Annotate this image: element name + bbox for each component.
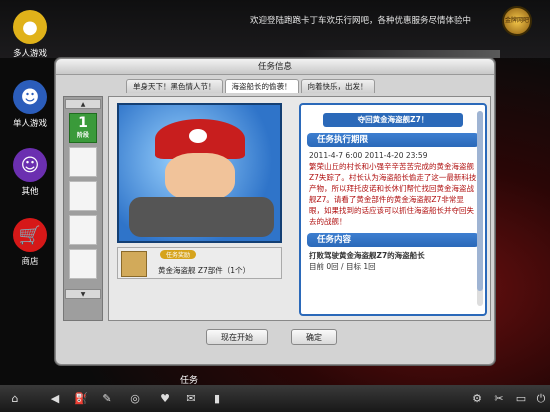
window-title: 任务信息 bbox=[56, 59, 494, 75]
task-progress: 目前 0回 / 目标 1回 bbox=[309, 262, 376, 271]
minimize-icon[interactable]: ▭ bbox=[514, 392, 528, 406]
description-scrollbar[interactable] bbox=[477, 111, 483, 306]
gold-badge-icon: 金牌网吧 bbox=[502, 6, 532, 36]
desktop-label: 其他 bbox=[21, 187, 39, 197]
task-objective: 打败驾驶黄金海盗舰Z7的海盗船长 bbox=[309, 251, 425, 260]
desktop-label: 商店 bbox=[21, 257, 39, 267]
task-header: 夺回黄金海盗舰Z7！ bbox=[323, 113, 463, 127]
content-title: 任务内容 bbox=[307, 233, 479, 247]
scroll-up-button[interactable]: ▲ bbox=[65, 99, 101, 109]
settings-icon[interactable]: ⚙ bbox=[470, 392, 484, 406]
tab-happy[interactable]: 向着快乐，出发！ bbox=[300, 79, 375, 93]
tab-bar: 单身天下！黑色情人节！ 海盗船长的偷袭！ 向着快乐，出发！ bbox=[126, 79, 375, 93]
desktop-label: 多人游戏 bbox=[12, 49, 47, 59]
reward-name: 黄金海盗舰 Z7部件（1个） bbox=[158, 266, 251, 275]
period-title: 任务执行期限 bbox=[307, 133, 479, 147]
task-story: 繁荣山丘的村长和小强辛辛苦苦完成的黄金海盗舰Z7失踪了。村长认为海盗船长偷走了这… bbox=[309, 162, 477, 226]
stage-slot[interactable] bbox=[69, 249, 97, 279]
back-icon[interactable]: ◀ bbox=[48, 392, 62, 406]
chat-icon[interactable]: ✉ bbox=[184, 392, 198, 406]
desktop-label: 单人游戏 bbox=[12, 119, 47, 129]
heart-icon[interactable]: ♥ bbox=[158, 392, 172, 406]
pirate-captain-image bbox=[117, 103, 282, 243]
desktop-multiplayer[interactable]: ● 多人游戏 bbox=[8, 10, 52, 59]
task-description-panel: 夺回黄金海盗舰Z7！ 任务执行期限 2011-4-7 6:00 2011-4-2… bbox=[299, 103, 487, 316]
battery-icon[interactable]: ▮ bbox=[210, 392, 224, 406]
reward-tag: 任务奖励 bbox=[160, 250, 197, 259]
bear-icon: ☻ bbox=[13, 80, 47, 114]
stage-slot[interactable] bbox=[69, 147, 97, 177]
task-info-window: 任务信息 单身天下！黑色情人节！ 海盗船长的偷袭！ 向着快乐，出发！ ▲ 1 阶… bbox=[55, 58, 495, 365]
shop-icon[interactable]: ⛽ bbox=[74, 392, 88, 406]
stage-slot[interactable] bbox=[69, 181, 97, 211]
desktop-other[interactable]: ☺ 其他 bbox=[8, 148, 52, 197]
top-banner: 欢迎登陆跑跑卡丁车欢乐行网吧，各种优惠服务尽情体验中 金牌网吧 bbox=[0, 0, 550, 58]
tools-icon[interactable]: ✎ bbox=[100, 392, 114, 406]
period-dates: 2011-4-7 6:00 2011-4-20 23:59 bbox=[309, 151, 428, 160]
desktop-single[interactable]: ☻ 单人游戏 bbox=[8, 80, 52, 129]
marquee-text: 欢迎登陆跑跑卡丁车欢乐行网吧，各种优惠服务尽情体验中 bbox=[250, 16, 472, 26]
tab-valentine[interactable]: 单身天下！黑色情人节！ bbox=[126, 79, 223, 93]
reward-box: 任务奖励 黄金海盗舰 Z7部件（1个） bbox=[117, 247, 282, 279]
stage-slot[interactable] bbox=[69, 215, 97, 245]
tools2-icon[interactable]: ✂ bbox=[492, 392, 506, 406]
stage-1[interactable]: 1 阶段 bbox=[69, 113, 97, 143]
exit-icon[interactable]: ⏻ bbox=[534, 392, 548, 406]
top-divider bbox=[300, 50, 500, 58]
tab-pirate[interactable]: 海盗船长的偷袭！ bbox=[224, 79, 299, 93]
task-detail-panel: 任务奖励 黄金海盗舰 Z7部件（1个） 夺回黄金海盗舰Z7！ 任务执行期限 20… bbox=[108, 96, 491, 321]
cannon-part-icon bbox=[121, 251, 147, 277]
stage-sub: 阶段 bbox=[76, 132, 89, 139]
purple-character-icon: ☺ bbox=[13, 148, 47, 182]
mouse-icon[interactable]: ◎ bbox=[128, 392, 142, 406]
confirm-button[interactable]: 确定 bbox=[291, 329, 337, 345]
taskbar: ⌂ ◀ ⛽ ✎ ◎ ♥ ✉ ▮ ⚙ ✂ ▭ ⏻ bbox=[0, 385, 550, 412]
home-icon[interactable]: ⌂ bbox=[8, 392, 22, 406]
stage-number: 1 bbox=[78, 115, 88, 131]
button-row: 现在开始 确定 bbox=[56, 329, 496, 349]
start-now-button[interactable]: 现在开始 bbox=[206, 329, 268, 345]
cart-icon: 🛒 bbox=[13, 218, 47, 252]
desktop-shop[interactable]: 🛒 商店 bbox=[8, 218, 52, 267]
pacman-icon: ● bbox=[13, 10, 47, 44]
scroll-down-button[interactable]: ▼ bbox=[65, 289, 101, 299]
stage-list: ▲ 1 阶段 ▼ bbox=[63, 96, 103, 321]
